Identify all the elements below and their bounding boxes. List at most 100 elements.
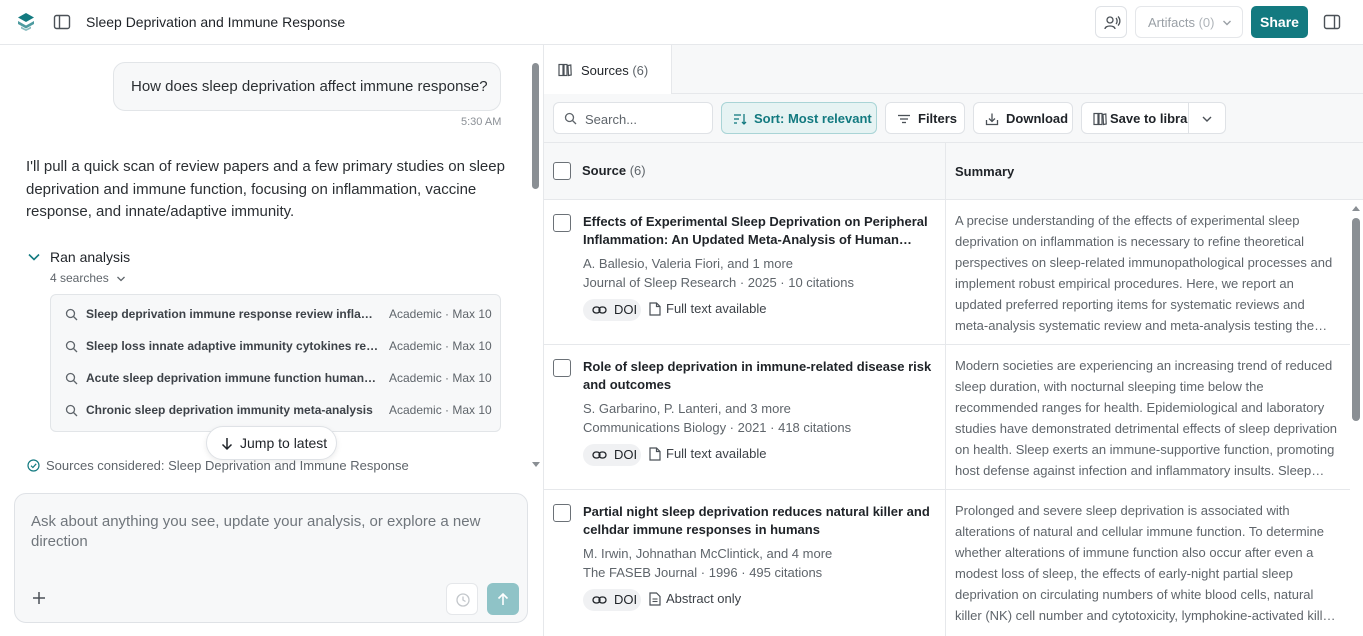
scroll-up-icon[interactable]	[1352, 205, 1360, 211]
doi-label: DOI	[614, 302, 638, 317]
availability-label: Abstract only	[666, 591, 742, 606]
voice-button[interactable]	[1095, 6, 1127, 38]
link-icon	[592, 451, 607, 459]
sources-search-input[interactable]	[585, 109, 705, 129]
sidebar-toggle-icon[interactable]	[53, 13, 71, 31]
sort-button[interactable]: Sort: Most relevant	[721, 102, 877, 134]
composer-input[interactable]: Ask about anything you see, update your …	[31, 512, 501, 552]
search-list: Sleep deprivation immune response review…	[50, 294, 501, 432]
sources-considered[interactable]: Sources considered: Sleep Deprivation an…	[27, 458, 497, 473]
artifacts-button[interactable]: Artifacts (0)	[1135, 6, 1243, 38]
doi-label: DOI	[614, 447, 638, 462]
source-title[interactable]: Role of sleep deprivation in immune-rela…	[583, 358, 935, 394]
source-title[interactable]: Partial night sleep deprivation reduces …	[583, 503, 935, 539]
chevron-down-icon	[117, 276, 126, 282]
column-source: Source (6)	[582, 163, 646, 178]
column-source-count: (6)	[629, 163, 646, 178]
filters-label: Filters	[918, 111, 958, 126]
column-divider[interactable]	[945, 143, 946, 636]
doi-link[interactable]: DOI	[583, 299, 641, 321]
tab-sources-label: Sources	[581, 63, 629, 78]
row-checkbox[interactable]	[553, 359, 571, 377]
assistant-message: I'll pull a quick scan of review papers …	[26, 158, 505, 220]
sources-search[interactable]	[553, 102, 713, 134]
chevron-down-icon[interactable]	[27, 250, 41, 264]
search-icon	[65, 340, 78, 353]
chat-panel: How does sleep deprivation affect immune…	[0, 45, 543, 636]
analysis-toggle[interactable]: Ran analysis	[50, 249, 130, 265]
search-query-row[interactable]: Sleep loss innate adaptive immunity cyto…	[51, 331, 502, 363]
message-composer[interactable]: Ask about anything you see, update your …	[14, 493, 528, 623]
filter-icon	[898, 114, 910, 124]
availability-badge: Abstract only	[649, 591, 741, 606]
arrow-down-icon	[221, 438, 233, 451]
search-query-meta: Academic · Max 10	[389, 339, 492, 353]
table-row[interactable]: Role of sleep deprivation in immune-rela…	[544, 345, 1350, 490]
availability-label: Full text available	[666, 446, 767, 461]
panel-scrollbar-thumb[interactable]	[1352, 218, 1360, 421]
search-query-meta: Academic · Max 10	[389, 307, 492, 321]
source-authors: A. Ballesio, Valeria Fiori, and 1 more	[583, 256, 794, 271]
search-query-text: Sleep loss innate adaptive immunity cyto…	[86, 339, 380, 353]
document-icon	[649, 592, 661, 606]
download-button[interactable]: Download	[973, 102, 1073, 134]
save-to-library-button[interactable]: Save to library	[1081, 102, 1200, 134]
select-all-checkbox[interactable]	[553, 162, 571, 180]
sources-panel: Sources (6) Sort: Most relevant Filters …	[543, 45, 1363, 636]
document-icon	[649, 302, 661, 316]
sources-considered-label: Sources considered: Sleep Deprivation an…	[46, 458, 409, 473]
chat-scrollbar-thumb[interactable]	[532, 63, 539, 189]
voice-icon	[1104, 16, 1121, 30]
source-venue: The FASEB Journal · 1996 · 495 citations	[583, 565, 823, 580]
tab-sources-count: (6)	[632, 63, 649, 78]
availability-badge: Full text available	[649, 301, 766, 316]
panel-toggle-icon[interactable]	[1323, 13, 1341, 31]
artifacts-count: (0)	[1198, 15, 1215, 30]
source-summary: Prolonged and severe sleep deprivation i…	[955, 503, 1335, 623]
search-query-row[interactable]: Chronic sleep deprivation immunity meta-…	[51, 395, 502, 427]
table-row[interactable]: Partial night sleep deprivation reduces …	[544, 490, 1350, 635]
search-query-row[interactable]: Sleep deprivation immune response review…	[51, 299, 502, 331]
column-summary: Summary	[955, 164, 1015, 179]
sources-toolbar: Sort: Most relevant Filters Download Sav…	[544, 94, 1363, 143]
searches-toggle[interactable]: 4 searches	[50, 271, 126, 285]
share-button[interactable]: Share	[1251, 6, 1308, 38]
download-label: Download	[1006, 111, 1069, 126]
save-options-button[interactable]	[1188, 102, 1226, 134]
history-icon	[456, 593, 470, 607]
source-title[interactable]: Effects of Experimental Sleep Deprivatio…	[583, 213, 935, 249]
column-source-label: Source	[582, 163, 627, 178]
search-query-row[interactable]: Acute sleep deprivation immune function …	[51, 363, 502, 395]
page-title: Sleep Deprivation and Immune Response	[86, 14, 346, 30]
sort-label: Sort: Most relevant	[754, 111, 872, 126]
scroll-down-icon[interactable]	[532, 462, 540, 468]
doi-label: DOI	[614, 592, 638, 607]
filters-button[interactable]: Filters	[885, 102, 965, 134]
search-query-text: Chronic sleep deprivation immunity meta-…	[86, 403, 373, 417]
chevron-down-icon	[1202, 116, 1212, 122]
table-row[interactable]: Effects of Experimental Sleep Deprivatio…	[544, 200, 1350, 345]
search-query-text: Sleep deprivation immune response review…	[86, 307, 380, 321]
search-query-meta: Academic · Max 10	[389, 403, 492, 417]
jump-to-latest-label: Jump to latest	[240, 435, 328, 451]
row-checkbox[interactable]	[553, 214, 571, 232]
source-venue: Journal of Sleep Research · 2025 · 10 ci…	[583, 275, 854, 290]
source-venue: Communications Biology · 2021 · 418 cita…	[583, 420, 852, 435]
search-icon	[65, 308, 78, 321]
download-icon	[985, 113, 999, 126]
tab-sources[interactable]: Sources (6)	[544, 45, 672, 94]
search-icon	[65, 372, 78, 385]
link-icon	[592, 596, 607, 604]
row-checkbox[interactable]	[553, 504, 571, 522]
arrow-up-icon	[497, 592, 509, 605]
doi-link[interactable]: DOI	[583, 444, 641, 466]
library-icon	[1093, 112, 1107, 126]
plus-icon[interactable]	[30, 589, 48, 607]
logo-icon[interactable]	[16, 12, 36, 32]
doi-link[interactable]: DOI	[583, 589, 641, 611]
history-button[interactable]	[446, 583, 478, 615]
send-button[interactable]	[487, 583, 519, 615]
search-icon	[564, 112, 577, 125]
searches-count-label: 4 searches	[50, 271, 109, 285]
jump-to-latest-button[interactable]: Jump to latest	[206, 426, 337, 460]
